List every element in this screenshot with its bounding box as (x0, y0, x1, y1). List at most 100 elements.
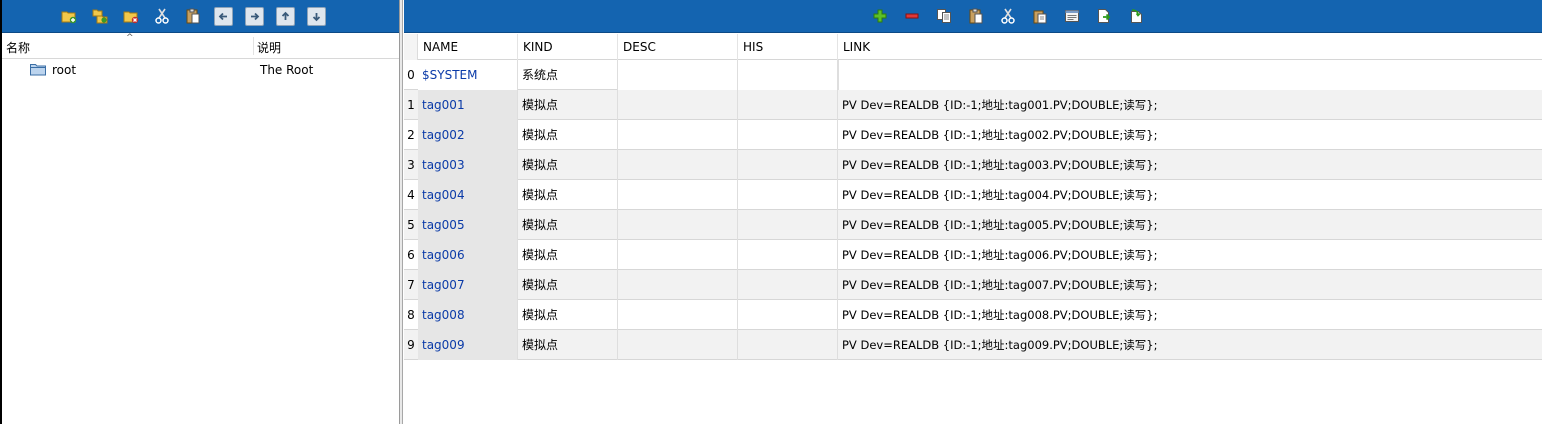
cell-his[interactable] (738, 330, 838, 360)
cell-desc[interactable] (618, 60, 738, 90)
folder-delete-icon[interactable] (121, 7, 140, 26)
table-row[interactable]: 5 tag005 模拟点 PV Dev=REALDB {ID:-1;地址:tag005… (404, 210, 1542, 240)
row-number: 8 (407, 308, 415, 322)
cell-kind[interactable]: 模拟点 (518, 270, 618, 300)
paste-special-icon[interactable] (1030, 7, 1049, 26)
tree-node-desc: The Root (260, 63, 314, 77)
pane-splitter[interactable] (400, 0, 403, 424)
arrow-up-icon[interactable] (276, 6, 295, 26)
column-header-link[interactable]: LINK (838, 34, 1542, 60)
table-row[interactable]: 1 tag001 模拟点 PV Dev=REALDB {ID:-1;地址:tag001… (404, 90, 1542, 120)
cell-name[interactable]: tag002 (418, 120, 518, 150)
column-header-desc[interactable]: DESC (618, 34, 738, 60)
cell-his[interactable] (738, 180, 838, 210)
table-row[interactable]: 9 tag009 模拟点 PV Dev=REALDB {ID:-1;地址:tag009… (404, 330, 1542, 360)
row-number: 3 (407, 158, 415, 172)
add-icon[interactable] (870, 7, 889, 26)
table-row[interactable]: 3 tag003 模拟点 PV Dev=REALDB {ID:-1;地址:tag003… (404, 150, 1542, 180)
table-row[interactable]: 7 tag007 模拟点 PV Dev=REALDB {ID:-1;地址:tag007… (404, 270, 1542, 300)
copy-icon[interactable] (934, 7, 953, 26)
cell-name[interactable]: $SYSTEM (418, 60, 518, 90)
cell-name[interactable]: tag009 (418, 330, 518, 360)
cell-kind[interactable]: 模拟点 (518, 180, 618, 210)
column-header-name[interactable]: NAME (418, 34, 518, 60)
cell-link[interactable]: PV Dev=REALDB {ID:-1;地址:tag001.PV;DOUBLE… (838, 90, 1542, 120)
cell-desc[interactable] (618, 180, 738, 210)
cell-desc[interactable] (618, 270, 738, 300)
column-divider[interactable] (253, 37, 254, 55)
tree-node-root[interactable]: root The Root (4, 61, 400, 79)
cell-desc[interactable] (618, 150, 738, 180)
table-row[interactable]: 2 tag002 模拟点 PV Dev=REALDB {ID:-1;地址:tag002… (404, 120, 1542, 150)
cell-his[interactable] (738, 120, 838, 150)
row-number: 7 (407, 278, 415, 292)
cell-link[interactable]: PV Dev=REALDB {ID:-1;地址:tag007.PV;DOUBLE… (838, 270, 1542, 300)
app-window: ^ 名称 说明 root The Root NAME KIND DESC HIS… (0, 0, 1542, 424)
row-number: 4 (407, 188, 415, 202)
cell-kind[interactable]: 模拟点 (518, 210, 618, 240)
cell-name[interactable]: tag008 (418, 300, 518, 330)
cell-his[interactable] (738, 240, 838, 270)
column-header-his[interactable]: HIS (738, 34, 838, 60)
paste-icon[interactable] (183, 7, 202, 26)
cell-name[interactable]: tag001 (418, 90, 518, 120)
cell-kind[interactable]: 模拟点 (518, 150, 618, 180)
tree-column-desc[interactable]: 说明 (257, 39, 281, 56)
folder-new-icon[interactable] (59, 7, 78, 26)
cell-kind[interactable]: 模拟点 (518, 120, 618, 150)
cut-icon[interactable] (998, 7, 1017, 26)
cell-kind[interactable]: 模拟点 (518, 240, 618, 270)
remove-icon[interactable] (902, 7, 921, 26)
cell-link[interactable]: PV Dev=REALDB {ID:-1;地址:tag005.PV;DOUBLE… (838, 210, 1542, 240)
cell-link[interactable]: PV Dev=REALDB {ID:-1;地址:tag006.PV;DOUBLE… (838, 240, 1542, 270)
cell-link[interactable]: PV Dev=REALDB {ID:-1;地址:tag008.PV;DOUBLE… (838, 300, 1542, 330)
arrow-left-icon[interactable] (214, 6, 233, 26)
folder-add-child-icon[interactable] (90, 7, 109, 26)
properties-icon[interactable] (1062, 7, 1081, 26)
cell-link[interactable]: PV Dev=REALDB {ID:-1;地址:tag009.PV;DOUBLE… (838, 330, 1542, 360)
column-header-kind[interactable]: KIND (518, 34, 618, 60)
cell-desc[interactable] (618, 90, 738, 120)
row-number: 2 (407, 128, 415, 142)
cell-name[interactable]: tag004 (418, 180, 518, 210)
cut-icon[interactable] (152, 7, 171, 26)
tree-toolbar (2, 0, 399, 33)
tree-column-name[interactable]: 名称 (6, 39, 30, 56)
table-row[interactable]: 4 tag004 模拟点 PV Dev=REALDB {ID:-1;地址:tag004… (404, 180, 1542, 210)
cell-desc[interactable] (618, 300, 738, 330)
paste-icon[interactable] (966, 7, 985, 26)
cell-his[interactable] (738, 90, 838, 120)
sort-indicator-icon: ^ (126, 33, 134, 43)
import-icon[interactable] (1126, 7, 1145, 26)
table-row[interactable]: 8 tag008 模拟点 PV Dev=REALDB {ID:-1;地址:tag008… (404, 300, 1542, 330)
cell-kind[interactable]: 模拟点 (518, 90, 618, 120)
cell-link[interactable] (838, 60, 1542, 90)
cell-desc[interactable] (618, 120, 738, 150)
cell-his[interactable] (738, 60, 838, 90)
cell-his[interactable] (738, 270, 838, 300)
cell-name[interactable]: tag007 (418, 270, 518, 300)
row-number: 6 (407, 248, 415, 262)
cell-name[interactable]: tag003 (418, 150, 518, 180)
cell-name[interactable]: tag006 (418, 240, 518, 270)
cell-kind[interactable]: 模拟点 (518, 300, 618, 330)
cell-link[interactable]: PV Dev=REALDB {ID:-1;地址:tag004.PV;DOUBLE… (838, 180, 1542, 210)
export-icon[interactable] (1094, 7, 1113, 26)
arrow-right-icon[interactable] (245, 6, 264, 26)
cell-link[interactable]: PV Dev=REALDB {ID:-1;地址:tag003.PV;DOUBLE… (838, 150, 1542, 180)
cell-his[interactable] (738, 210, 838, 240)
grid-toolbar (404, 0, 1542, 33)
cell-link[interactable]: PV Dev=REALDB {ID:-1;地址:tag002.PV;DOUBLE… (838, 120, 1542, 150)
table-row[interactable]: 0 $SYSTEM 系统点 (404, 60, 1542, 90)
cell-his[interactable] (738, 150, 838, 180)
cell-his[interactable] (738, 300, 838, 330)
cell-desc[interactable] (618, 210, 738, 240)
cell-desc[interactable] (618, 330, 738, 360)
cell-kind[interactable]: 系统点 (518, 60, 618, 90)
cell-name[interactable]: tag005 (418, 210, 518, 240)
row-number-header (404, 34, 418, 60)
arrow-down-icon[interactable] (307, 6, 326, 26)
table-row[interactable]: 6 tag006 模拟点 PV Dev=REALDB {ID:-1;地址:tag006… (404, 240, 1542, 270)
cell-kind[interactable]: 模拟点 (518, 330, 618, 360)
cell-desc[interactable] (618, 240, 738, 270)
